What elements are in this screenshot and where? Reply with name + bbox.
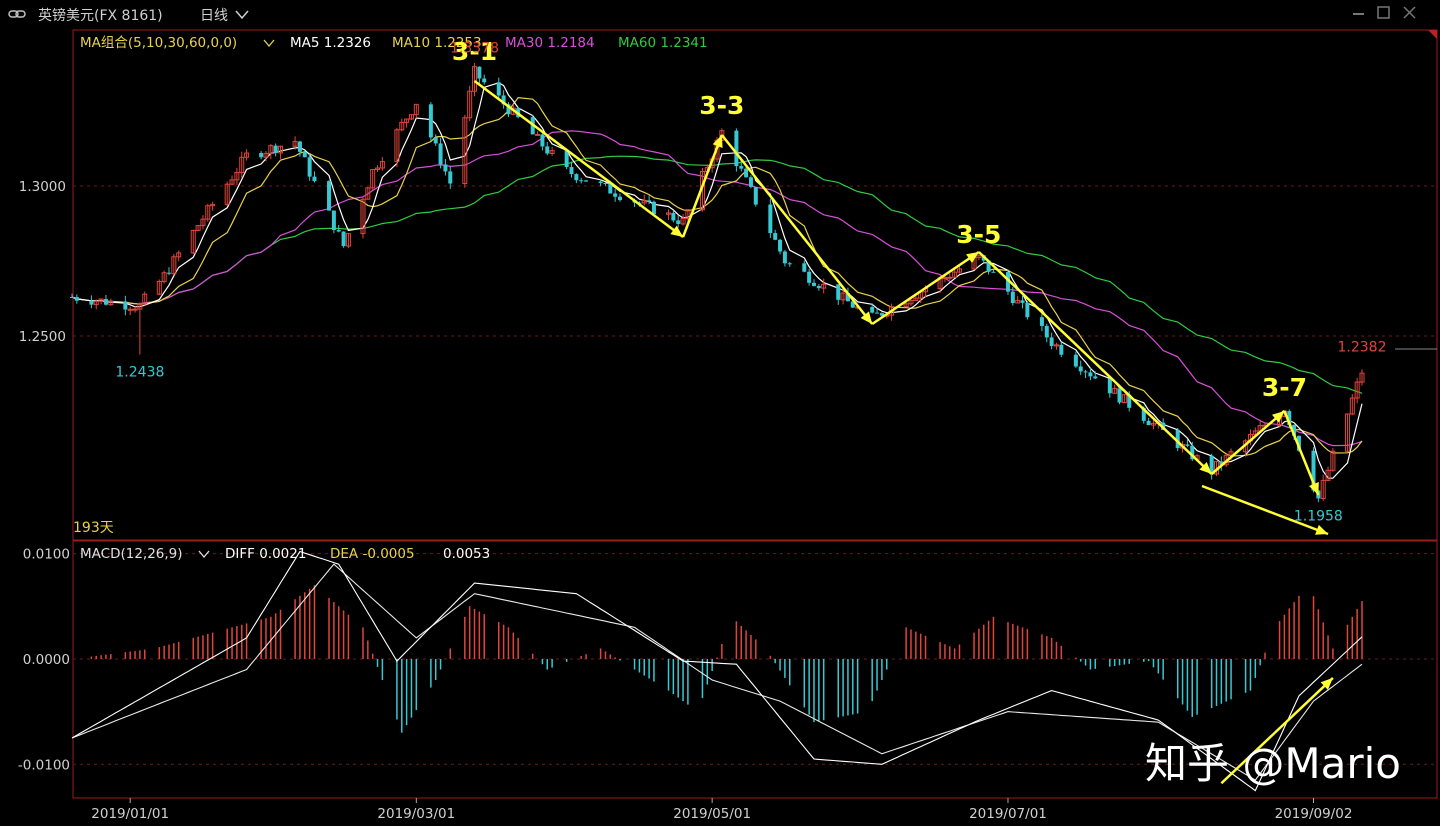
macd-combo-select[interactable]: MACD(12,26,9) bbox=[80, 546, 183, 562]
chart-background bbox=[0, 0, 1440, 826]
ma-combo-select[interactable]: MA组合(5,10,30,60,0,0) bbox=[80, 35, 237, 51]
candle bbox=[753, 186, 758, 207]
days-count: 193天 bbox=[73, 520, 114, 536]
instrument-title: 英镑美元(FX 8161) bbox=[38, 7, 163, 24]
x-tick-label: 2019/01/01 bbox=[91, 806, 169, 822]
wave-label: 3-3 bbox=[699, 91, 744, 120]
candle bbox=[327, 180, 332, 211]
x-tick-label: 2019/09/02 bbox=[1275, 806, 1353, 822]
diff-value: DIFF 0.0021 bbox=[225, 546, 306, 562]
candle bbox=[341, 231, 346, 248]
ma60-value: MA60 1.2341 bbox=[618, 35, 708, 51]
x-tick-label: 2019/07/01 bbox=[969, 806, 1047, 822]
candle bbox=[428, 102, 433, 141]
x-tick-label: 2019/05/01 bbox=[673, 806, 751, 822]
wave-label: 3-7 bbox=[1262, 373, 1307, 402]
price-tick-label: 1.2500 bbox=[19, 329, 66, 345]
extreme-price-label: 1.1958 bbox=[1294, 509, 1343, 525]
ma30-value: MA30 1.2184 bbox=[505, 35, 595, 51]
extreme-price-label: 1.2438 bbox=[115, 365, 164, 381]
macd-value: 0.0053 bbox=[443, 546, 490, 562]
period-select[interactable]: 日线 bbox=[200, 8, 228, 24]
x-tick-label: 2019/03/01 bbox=[377, 806, 455, 822]
macd-tick-label: 0.0100 bbox=[23, 547, 70, 563]
candle bbox=[768, 198, 773, 238]
wave-label: 3-5 bbox=[956, 220, 1001, 249]
candle bbox=[1025, 300, 1030, 320]
forex-chart[interactable]: 英镑美元(FX 8161) 日线 1.3000 1.2500 0.0100 0.000… bbox=[0, 0, 1440, 826]
macd-tick-label: -0.0100 bbox=[18, 757, 70, 773]
minimize-icon[interactable] bbox=[1353, 13, 1364, 15]
macd-tick-label: 0.0000 bbox=[23, 652, 70, 668]
extreme-price-label: 1.3378 bbox=[450, 41, 499, 57]
candle bbox=[331, 210, 336, 234]
dea-value: DEA -0.0005 bbox=[330, 546, 415, 562]
extreme-price-label: 1.2382 bbox=[1338, 339, 1387, 355]
watermark: 知乎 @Mario bbox=[1145, 739, 1401, 788]
price-tick-label: 1.3000 bbox=[19, 179, 66, 195]
candle bbox=[1117, 387, 1122, 405]
ma5-value: MA5 1.2326 bbox=[290, 35, 371, 51]
